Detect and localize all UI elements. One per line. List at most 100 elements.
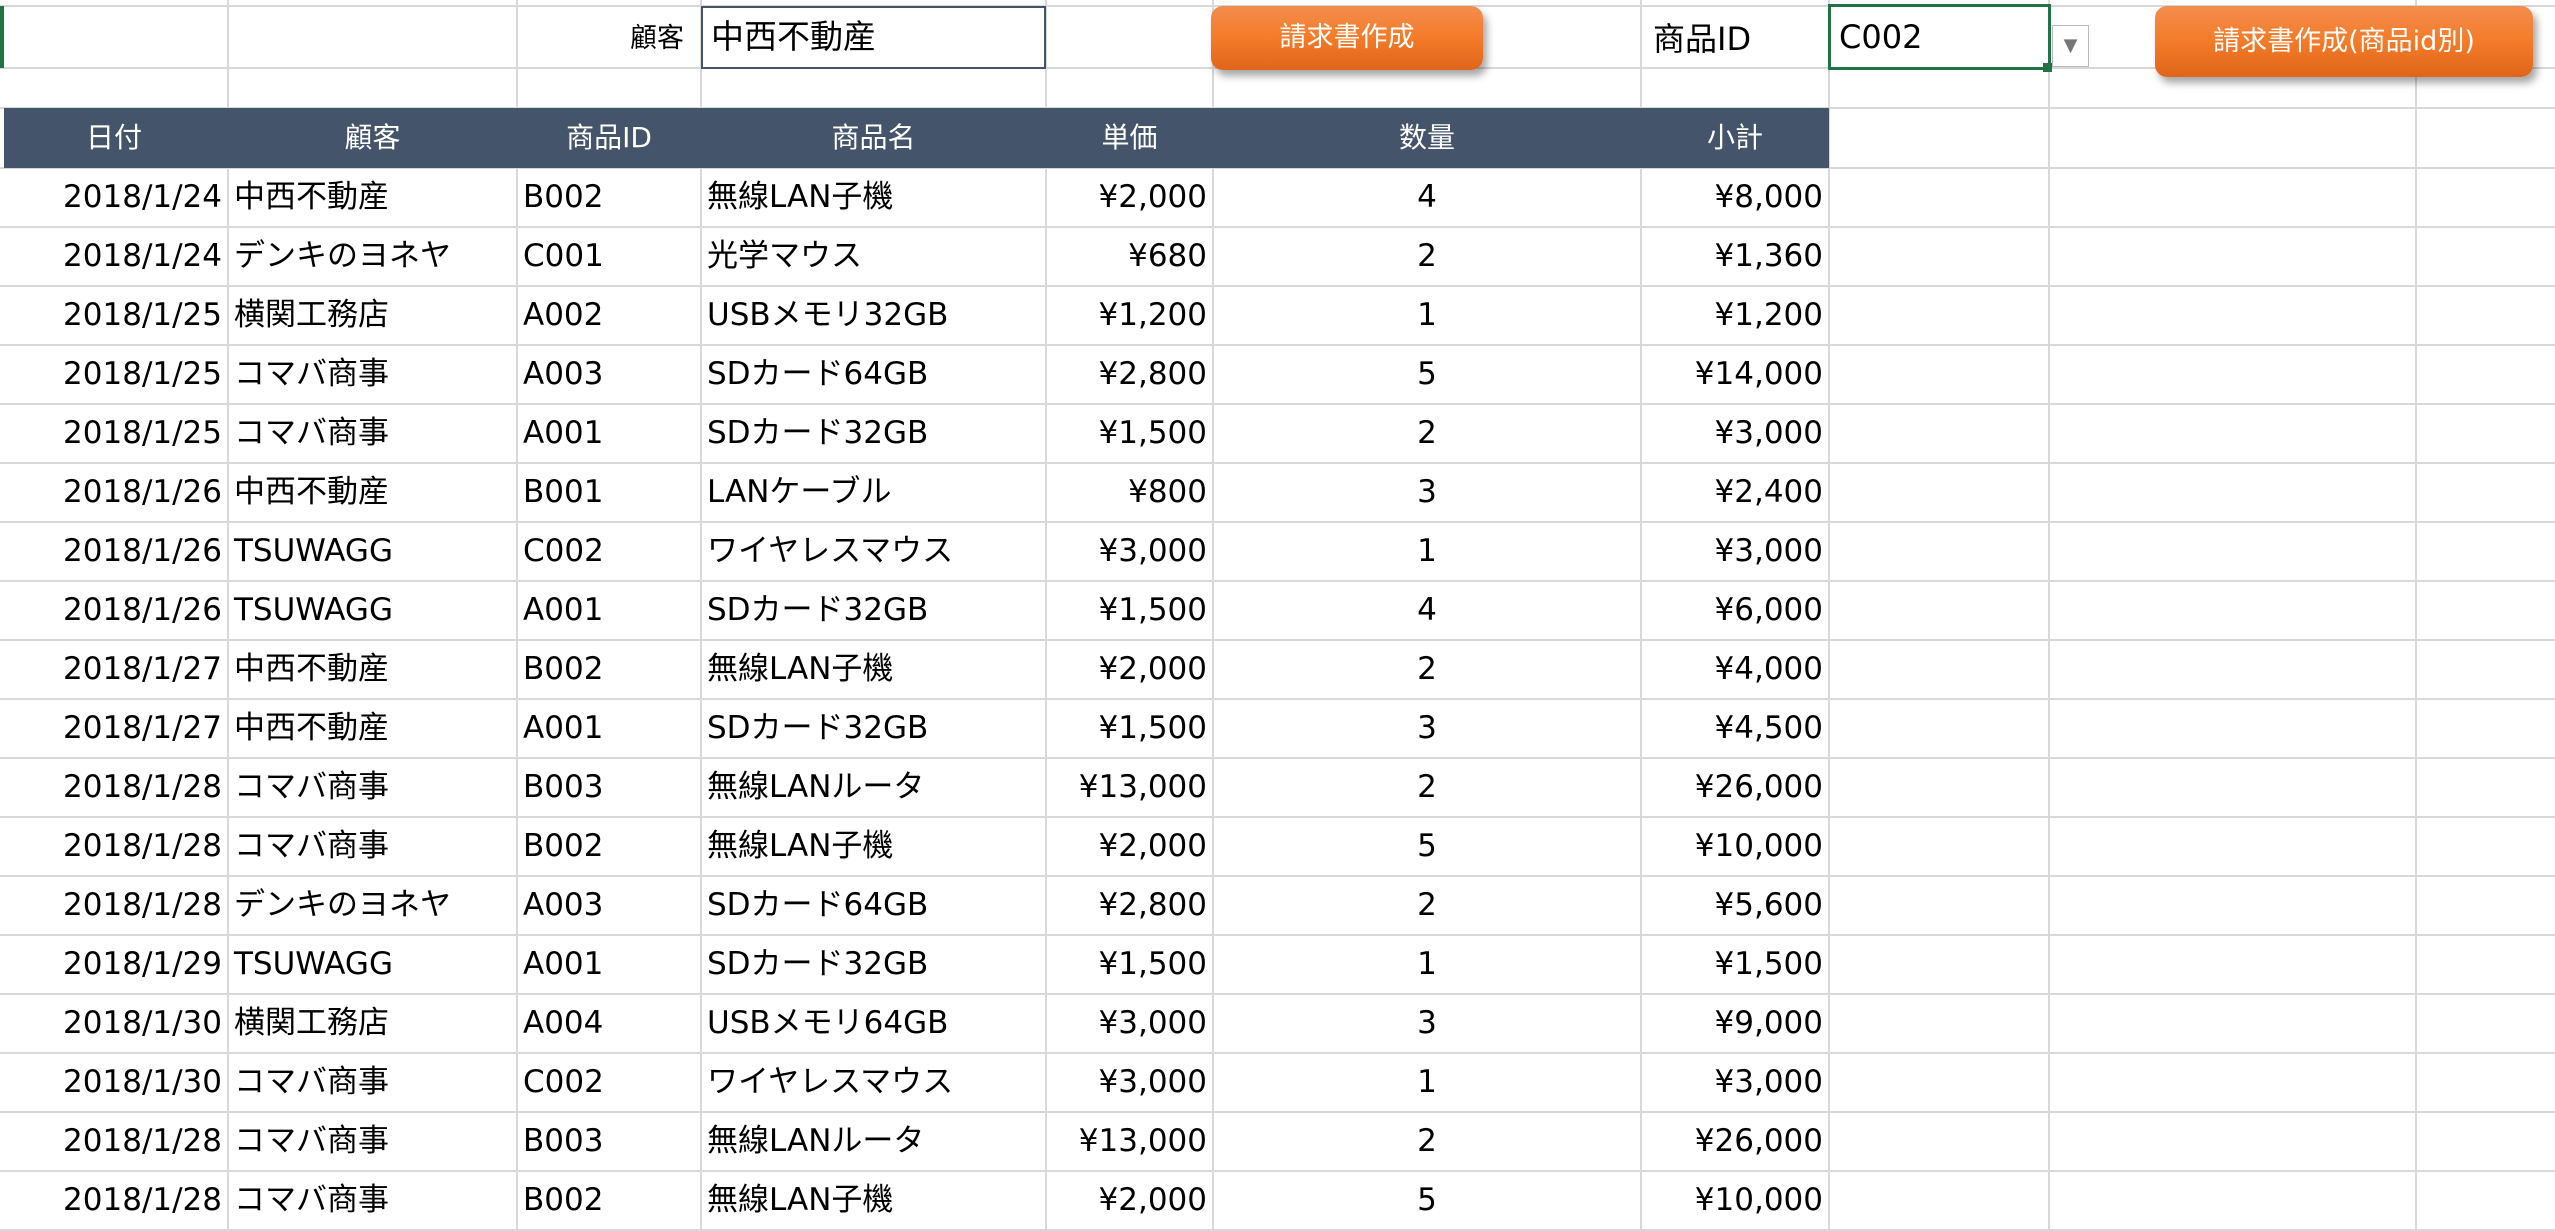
- cell-product-name[interactable]: SDカード32GB: [701, 699, 1046, 758]
- header-product-id[interactable]: 商品ID: [517, 108, 701, 168]
- cell-customer[interactable]: コマバ商事: [228, 758, 517, 817]
- cell-product-id[interactable]: A001: [517, 404, 701, 463]
- cell-unit-price[interactable]: ¥2,000: [1046, 1171, 1213, 1230]
- cell-unit-price[interactable]: ¥13,000: [1046, 1112, 1213, 1171]
- cell-product-name[interactable]: 無線LAN子機: [701, 640, 1046, 699]
- cell-unit-price[interactable]: ¥1,500: [1046, 581, 1213, 640]
- cell-quantity[interactable]: 4: [1213, 581, 1641, 640]
- cell-date[interactable]: 2018/1/24: [0, 227, 228, 286]
- cell-quantity[interactable]: 2: [1213, 227, 1641, 286]
- cell-product-name[interactable]: SDカード32GB: [701, 404, 1046, 463]
- cell-customer[interactable]: TSUWAGG: [228, 581, 517, 640]
- cell-customer[interactable]: デンキのヨネヤ: [228, 876, 517, 935]
- cell-product-name[interactable]: 無線LANルータ: [701, 1112, 1046, 1171]
- cell-quantity[interactable]: 3: [1213, 463, 1641, 522]
- cell-customer[interactable]: TSUWAGG: [228, 522, 517, 581]
- cell-subtotal[interactable]: ¥1,360: [1641, 227, 1829, 286]
- cell-product-name[interactable]: SDカード32GB: [701, 935, 1046, 994]
- cell-product-id[interactable]: A001: [517, 935, 701, 994]
- cell-subtotal[interactable]: ¥5,600: [1641, 876, 1829, 935]
- cell-date[interactable]: 2018/1/25: [0, 345, 228, 404]
- cell-customer[interactable]: 中西不動産: [228, 168, 517, 227]
- cell-customer[interactable]: コマバ商事: [228, 1053, 517, 1112]
- cell-product-id[interactable]: B003: [517, 1112, 701, 1171]
- cell-quantity[interactable]: 1: [1213, 522, 1641, 581]
- cell-date[interactable]: 2018/1/27: [0, 640, 228, 699]
- cell-product-id[interactable]: B002: [517, 640, 701, 699]
- cell-date[interactable]: 2018/1/28: [0, 758, 228, 817]
- cell-customer[interactable]: デンキのヨネヤ: [228, 227, 517, 286]
- cell-subtotal[interactable]: ¥26,000: [1641, 758, 1829, 817]
- cell-unit-price[interactable]: ¥3,000: [1046, 522, 1213, 581]
- cell-subtotal[interactable]: ¥14,000: [1641, 345, 1829, 404]
- cell-product-id[interactable]: B002: [517, 1171, 701, 1230]
- cell-subtotal[interactable]: ¥1,200: [1641, 286, 1829, 345]
- cell-product-name[interactable]: SDカード64GB: [701, 345, 1046, 404]
- product-id-input[interactable]: C002: [1828, 4, 2051, 70]
- cell-product-id[interactable]: B003: [517, 758, 701, 817]
- cell-product-id[interactable]: C001: [517, 227, 701, 286]
- cell-date[interactable]: 2018/1/29: [0, 935, 228, 994]
- cell-product-id[interactable]: B002: [517, 168, 701, 227]
- cell-quantity[interactable]: 1: [1213, 286, 1641, 345]
- cell-product-name[interactable]: 無線LAN子機: [701, 817, 1046, 876]
- cell-customer[interactable]: 横関工務店: [228, 994, 517, 1053]
- cell-product-id[interactable]: A003: [517, 876, 701, 935]
- create-invoice-button[interactable]: 請求書作成: [1211, 6, 1483, 70]
- cell-product-name[interactable]: 無線LAN子機: [701, 1171, 1046, 1230]
- cell-subtotal[interactable]: ¥3,000: [1641, 1053, 1829, 1112]
- cell-subtotal[interactable]: ¥2,400: [1641, 463, 1829, 522]
- cell-quantity[interactable]: 2: [1213, 1112, 1641, 1171]
- cell-product-name[interactable]: 無線LAN子機: [701, 168, 1046, 227]
- cell-unit-price[interactable]: ¥800: [1046, 463, 1213, 522]
- cell-date[interactable]: 2018/1/28: [0, 1171, 228, 1230]
- cell-date[interactable]: 2018/1/28: [0, 817, 228, 876]
- cell-customer[interactable]: 中西不動産: [228, 640, 517, 699]
- header-quantity[interactable]: 数量: [1213, 108, 1641, 168]
- cell-product-name[interactable]: ワイヤレスマウス: [701, 522, 1046, 581]
- cell-subtotal[interactable]: ¥3,000: [1641, 404, 1829, 463]
- cell-subtotal[interactable]: ¥6,000: [1641, 581, 1829, 640]
- cell-customer[interactable]: コマバ商事: [228, 404, 517, 463]
- cell-quantity[interactable]: 2: [1213, 404, 1641, 463]
- cell-unit-price[interactable]: ¥3,000: [1046, 1053, 1213, 1112]
- header-date[interactable]: 日付: [0, 108, 228, 168]
- cell-product-id[interactable]: C002: [517, 1053, 701, 1112]
- cell-subtotal[interactable]: ¥26,000: [1641, 1112, 1829, 1171]
- cell-unit-price[interactable]: ¥2,800: [1046, 345, 1213, 404]
- cell-product-id[interactable]: A004: [517, 994, 701, 1053]
- cell-product-id[interactable]: A001: [517, 699, 701, 758]
- cell-unit-price[interactable]: ¥2,000: [1046, 168, 1213, 227]
- cell-unit-price[interactable]: ¥2,000: [1046, 817, 1213, 876]
- cell-date[interactable]: 2018/1/24: [0, 168, 228, 227]
- create-invoice-by-product-button[interactable]: 請求書作成(商品id別): [2155, 6, 2533, 77]
- cell-product-id[interactable]: C002: [517, 522, 701, 581]
- cell-unit-price[interactable]: ¥680: [1046, 227, 1213, 286]
- cell-product-name[interactable]: SDカード64GB: [701, 876, 1046, 935]
- cell-date[interactable]: 2018/1/28: [0, 876, 228, 935]
- dropdown-arrow-icon[interactable]: ▼: [2052, 25, 2089, 67]
- cell-subtotal[interactable]: ¥4,500: [1641, 699, 1829, 758]
- cell-product-name[interactable]: 光学マウス: [701, 227, 1046, 286]
- cell-date[interactable]: 2018/1/28: [0, 1112, 228, 1171]
- cell-unit-price[interactable]: ¥1,500: [1046, 935, 1213, 994]
- cell-quantity[interactable]: 1: [1213, 935, 1641, 994]
- cell-date[interactable]: 2018/1/30: [0, 994, 228, 1053]
- cell-subtotal[interactable]: ¥3,000: [1641, 522, 1829, 581]
- cell-product-id[interactable]: A002: [517, 286, 701, 345]
- cell-quantity[interactable]: 2: [1213, 640, 1641, 699]
- cell-date[interactable]: 2018/1/25: [0, 286, 228, 345]
- cell-unit-price[interactable]: ¥13,000: [1046, 758, 1213, 817]
- cell-product-name[interactable]: USBメモリ32GB: [701, 286, 1046, 345]
- cell-quantity[interactable]: 2: [1213, 758, 1641, 817]
- header-subtotal[interactable]: 小計: [1641, 108, 1829, 168]
- cell-subtotal[interactable]: ¥10,000: [1641, 1171, 1829, 1230]
- cell-unit-price[interactable]: ¥3,000: [1046, 994, 1213, 1053]
- cell-customer[interactable]: 横関工務店: [228, 286, 517, 345]
- customer-input[interactable]: 中西不動産: [701, 6, 1046, 69]
- fill-handle[interactable]: [2043, 63, 2052, 72]
- cell-product-name[interactable]: ワイヤレスマウス: [701, 1053, 1046, 1112]
- cell-date[interactable]: 2018/1/25: [0, 404, 228, 463]
- cell-subtotal[interactable]: ¥4,000: [1641, 640, 1829, 699]
- cell-quantity[interactable]: 1: [1213, 1053, 1641, 1112]
